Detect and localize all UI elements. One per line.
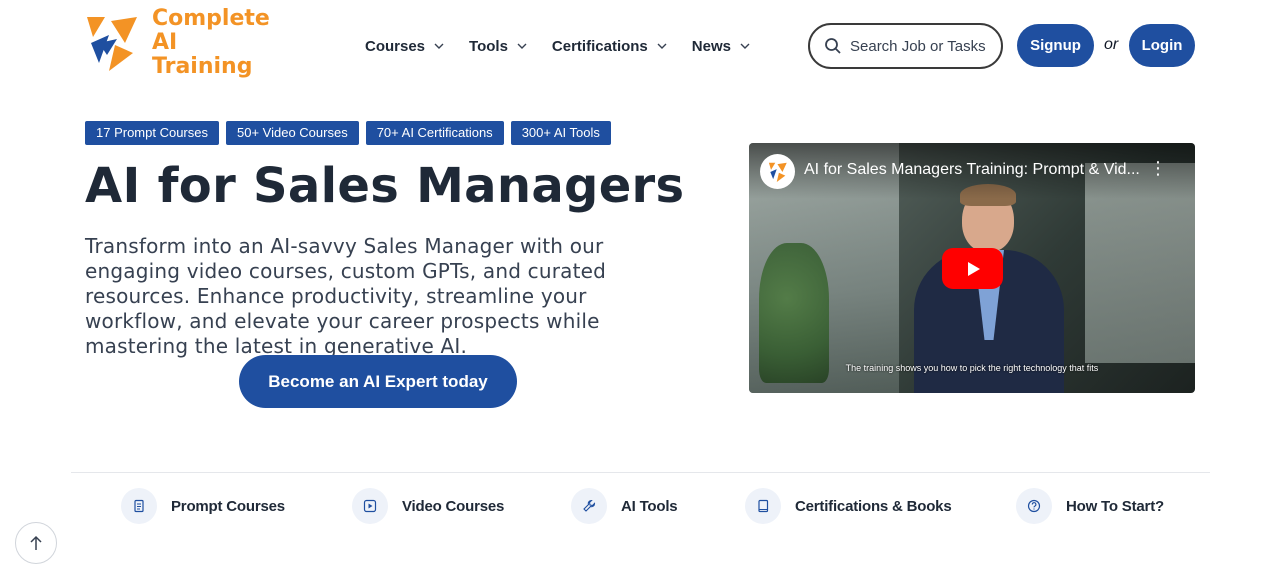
nav-certifications[interactable]: Certifications [552,34,668,58]
nav-tools-label: Tools [469,37,508,55]
search-input[interactable] [850,37,995,55]
bottom-nav-label: Certifications & Books [795,497,952,515]
play-square-icon [352,488,388,524]
video-player[interactable]: AI for Sales Managers Training: Prompt &… [749,143,1195,393]
login-button[interactable]: Login [1129,24,1195,67]
video-plant [759,243,829,383]
badge-row: 17 Prompt Courses 50+ Video Courses 70+ … [85,121,611,145]
chevron-down-icon [657,43,667,49]
search-box[interactable] [808,23,1003,69]
site-logo[interactable]: Complete AI Training [85,7,270,79]
signup-button[interactable]: Signup [1017,24,1094,67]
bottom-nav-label: Video Courses [402,497,505,515]
badge-ai-certifications[interactable]: 70+ AI Certifications [365,121,504,145]
bottom-nav-label: How To Start? [1066,497,1164,515]
play-button[interactable] [942,248,1003,289]
back-to-top-button[interactable] [15,522,57,564]
nav-news-label: News [691,37,731,55]
logo-mark-icon [87,17,137,71]
main-nav: Courses Tools Certifications News [365,34,773,58]
bottom-nav-how-to-start[interactable]: How To Start? [1016,488,1164,524]
wrench-icon [571,488,607,524]
hero-description: Transform into an AI-savvy Sales Manager… [85,234,607,358]
chevron-down-icon [517,43,527,49]
nav-courses[interactable]: Courses [365,34,445,58]
video-title[interactable]: AI for Sales Managers Training: Prompt &… [804,161,1140,179]
logo-line-1: Complete [152,6,270,31]
book-icon [745,488,781,524]
document-icon [121,488,157,524]
search-icon [825,38,841,54]
or-text: or [1104,36,1119,53]
nav-news[interactable]: News [692,34,751,58]
bottom-nav-label: Prompt Courses [171,497,285,515]
bottom-nav-video-courses[interactable]: Video Courses [352,488,504,524]
channel-avatar[interactable] [760,154,795,189]
logo-text: Complete AI Training [152,7,270,79]
more-vertical-icon[interactable]: ⋮ [1149,159,1167,177]
question-icon [1016,488,1052,524]
chevron-down-icon [434,43,444,49]
become-expert-button[interactable]: Become an AI Expert today [239,355,517,408]
chevron-down-icon [740,43,750,49]
play-icon [967,261,980,276]
divider [71,472,1210,473]
bottom-nav-label: AI Tools [621,497,678,515]
arrow-up-icon [30,535,42,550]
bottom-nav-prompt-courses[interactable]: Prompt Courses [121,488,285,524]
badge-video-courses[interactable]: 50+ Video Courses [226,121,359,145]
nav-certifications-label: Certifications [551,37,648,55]
page-title: AI for Sales Managers [85,158,685,214]
nav-courses-label: Courses [365,37,426,55]
logo-line-2: AI Training [152,30,253,79]
logo-mark-icon [768,162,787,182]
video-caption: The training shows you how to pick the r… [845,363,1099,373]
bottom-nav-certifications-books[interactable]: Certifications & Books [745,488,952,524]
badge-prompt-courses[interactable]: 17 Prompt Courses [85,121,219,145]
badge-ai-tools[interactable]: 300+ AI Tools [510,121,611,145]
bottom-nav-ai-tools[interactable]: AI Tools [571,488,678,524]
nav-tools[interactable]: Tools [469,34,528,58]
